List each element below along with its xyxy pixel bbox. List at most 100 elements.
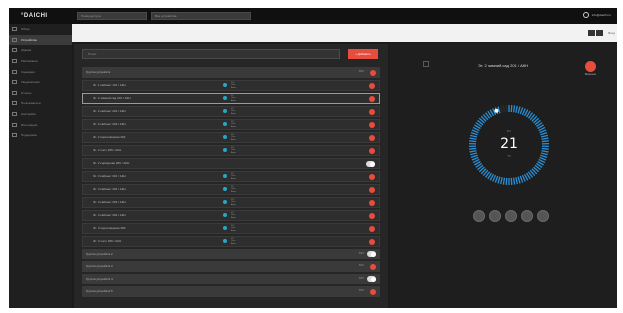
device-name: Эт. 2 серверная 206 / АКН bbox=[93, 161, 130, 165]
nav-icon bbox=[12, 133, 17, 138]
sidebar-item-label: Устройства bbox=[21, 37, 37, 42]
device-status: 24° Охл. Авто bbox=[223, 134, 236, 142]
search-input[interactable]: Поиск bbox=[82, 49, 340, 59]
group-label: Группа устройств 3 bbox=[86, 264, 113, 269]
sidebar-item[interactable]: Расписания bbox=[9, 56, 72, 67]
grid-view-button[interactable] bbox=[588, 30, 595, 36]
user-menu[interactable]: info@daichi.ru bbox=[582, 12, 611, 18]
sidebar-item[interactable]: Уведомления bbox=[9, 77, 72, 88]
device-row[interactable]: Эт. 2 холл 205 / АКН 23° Охл. Авто bbox=[82, 144, 380, 156]
power-indicator[interactable] bbox=[369, 239, 375, 245]
power-label: Включено bbox=[585, 73, 597, 76]
power-toggle[interactable] bbox=[366, 161, 375, 167]
access-point-select[interactable]: Точка доступа bbox=[77, 12, 147, 20]
device-row[interactable]: Эт. 2 зимний сад 201 / АКН 21° Охл. Авто bbox=[82, 92, 380, 104]
device-name: Эт. 3 холл 306 / АКН bbox=[93, 239, 122, 243]
group-label: Группа устройств 5 bbox=[86, 289, 113, 294]
dial-label: Уст. bbox=[506, 130, 512, 133]
sidebar-item[interactable]: Поддержка bbox=[9, 130, 72, 141]
content-toolbar: Вход bbox=[72, 24, 617, 42]
dial-handle[interactable] bbox=[494, 108, 499, 113]
sidebar-item-label: Настройки bbox=[21, 112, 36, 117]
power-control[interactable]: Включено bbox=[585, 61, 596, 76]
device-row[interactable]: Эт. 2 серверная 206 / АКН bbox=[82, 157, 380, 169]
device-row[interactable]: Эт. 3 холл 306 / АКН 23° Охл. Авто bbox=[82, 235, 380, 247]
device-row[interactable]: Эт. 3 кабинет 304 / АКН 22° Охл. Авто bbox=[82, 209, 380, 221]
device-row[interactable]: Эт. 3 кабинет 303 / АКН 23° Охл. Авто bbox=[82, 196, 380, 208]
status-dot-icon bbox=[223, 135, 227, 140]
sidebar-item[interactable]: Здания bbox=[9, 45, 72, 56]
status-line: Авто bbox=[231, 177, 236, 180]
status-line: Авто bbox=[231, 99, 236, 102]
user-email: info@daichi.ru bbox=[591, 13, 611, 17]
temperature-dial[interactable]: Уст. 21 °C bbox=[467, 103, 551, 187]
list-view-button[interactable] bbox=[596, 30, 603, 36]
device-status: 21° Охл. Авто bbox=[223, 186, 236, 194]
dial-tick bbox=[502, 105, 506, 113]
sidebar-item[interactable]: Обзор bbox=[9, 24, 72, 35]
sidebar-item[interactable]: Сценарии bbox=[9, 66, 72, 77]
power-indicator[interactable] bbox=[369, 96, 375, 102]
sidebar-item[interactable]: Настройки bbox=[9, 109, 72, 120]
group-header[interactable]: Группа устройств 5 ВКЛ bbox=[82, 286, 380, 297]
nav-icon bbox=[12, 37, 17, 42]
mode-cool-icon[interactable] bbox=[473, 210, 485, 222]
power-toggle[interactable] bbox=[367, 251, 376, 257]
group-header[interactable]: Группа устройств 2 ВКЛ bbox=[82, 248, 380, 259]
power-indicator[interactable] bbox=[369, 135, 375, 141]
sidebar-item[interactable]: Пользователи bbox=[9, 98, 72, 109]
mode-heat-icon[interactable] bbox=[489, 210, 501, 222]
power-indicator[interactable] bbox=[369, 148, 375, 154]
power-indicator[interactable] bbox=[370, 263, 376, 270]
status-line: Авто bbox=[231, 125, 236, 128]
device-row[interactable]: Эт. 3 кабинет 302 / АКН 21° Охл. Авто bbox=[82, 183, 380, 195]
temperature-unit: °C bbox=[507, 154, 511, 158]
device-status: 23° Охл. Авто bbox=[223, 147, 236, 155]
sidebar-item[interactable]: Интеграции bbox=[9, 119, 72, 130]
status-line: Авто bbox=[231, 216, 236, 219]
nav-icon bbox=[12, 69, 17, 74]
device-row[interactable]: Эт. 2 кабинет 203 / АКН 22° Охл. Авто bbox=[82, 118, 380, 130]
mode-fan-icon[interactable] bbox=[505, 210, 517, 222]
device-name: Эт. 2 холл 205 / АКН bbox=[93, 148, 122, 152]
power-indicator[interactable] bbox=[369, 213, 375, 219]
device-row[interactable]: Эт. 3 переговорная 305 24° Охл. Авто bbox=[82, 222, 380, 234]
group-header[interactable]: Группа устройств ВКЛ bbox=[82, 67, 380, 78]
device-status: 23° Охл. Авто bbox=[223, 238, 236, 246]
power-indicator[interactable] bbox=[369, 109, 375, 115]
mode-auto-icon[interactable] bbox=[537, 210, 549, 222]
power-button-icon[interactable] bbox=[585, 61, 597, 72]
power-indicator[interactable] bbox=[369, 187, 375, 193]
sidebar-item[interactable]: Отчеты bbox=[9, 88, 72, 99]
device-row[interactable]: Эт. 2 кабинет 202 / АКН 22° Охл. Авто bbox=[82, 105, 380, 117]
power-indicator[interactable] bbox=[369, 226, 375, 232]
group-header[interactable]: Группа устройств 4 ВКЛ bbox=[82, 273, 380, 284]
power-indicator[interactable] bbox=[369, 200, 375, 206]
group-header[interactable]: Группа устройств 3 ВКЛ bbox=[82, 261, 380, 272]
app-window: °DAICHI Точка доступа Все устройства inf… bbox=[9, 8, 617, 308]
power-indicator[interactable] bbox=[370, 288, 376, 295]
status-dot-icon bbox=[223, 174, 227, 179]
power-indicator[interactable] bbox=[370, 69, 376, 76]
device-row[interactable]: Эт. 2 переговорная 204 24° Охл. Авто bbox=[82, 131, 380, 143]
sidebar-item[interactable]: Устройства bbox=[9, 34, 72, 46]
login-link[interactable]: Вход bbox=[608, 31, 615, 35]
dial-tick bbox=[515, 105, 518, 113]
device-filter-select[interactable]: Все устройства bbox=[151, 12, 251, 20]
power-indicator[interactable] bbox=[369, 174, 375, 180]
add-device-button[interactable]: + Добавить bbox=[348, 49, 378, 59]
status-dot-icon bbox=[223, 122, 227, 127]
mode-dry-icon[interactable] bbox=[521, 210, 533, 222]
group-label: Группа устройств 2 bbox=[86, 251, 113, 256]
device-row[interactable]: Эт. 1 кабинет 101 / АКН 23° Охл. Авто bbox=[82, 79, 380, 91]
dial-tick bbox=[515, 177, 518, 185]
device-status: 23° Охл. Авто bbox=[223, 199, 236, 207]
status-line: Авто bbox=[231, 86, 236, 89]
group-status: ВКЛ bbox=[359, 289, 364, 292]
power-indicator[interactable] bbox=[369, 83, 375, 89]
device-detail-panel: Эт. 2 зимний сад 201 / АКН Включено Уст.… bbox=[389, 44, 617, 308]
power-toggle[interactable] bbox=[367, 276, 376, 282]
group-status: ВКЛ bbox=[359, 276, 364, 280]
device-row[interactable]: Эт. 3 кабинет 301 / АКН 22° Охл. Авто bbox=[82, 170, 380, 182]
power-indicator[interactable] bbox=[369, 122, 375, 128]
